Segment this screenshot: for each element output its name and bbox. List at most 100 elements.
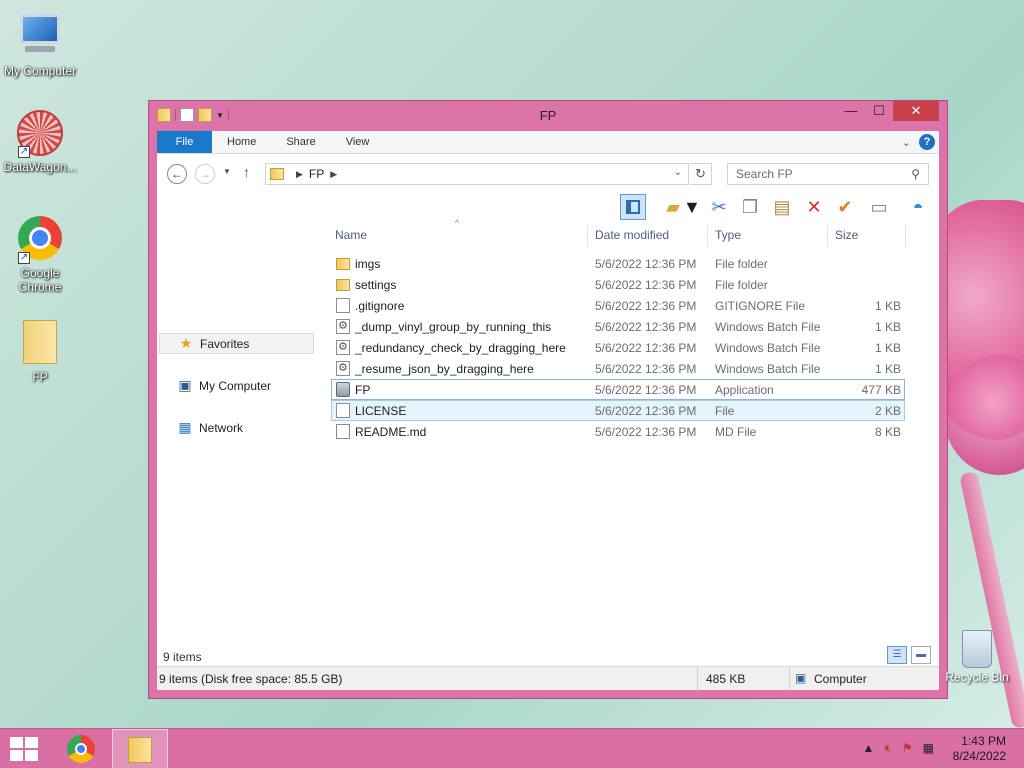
taskbar-file-explorer[interactable] [112, 729, 168, 768]
paste-icon[interactable]: ▤ [769, 194, 795, 220]
column-header-size[interactable]: Size [831, 223, 858, 247]
details-view-button[interactable]: ☰ [887, 646, 907, 664]
desktop-icon-datawagon[interactable]: ↗ DataWagon... [0, 110, 80, 174]
file-size: 1 KB [874, 341, 901, 355]
file-icon [336, 424, 350, 439]
volume-muted-icon[interactable]: 🔇︎ [884, 741, 892, 756]
delete-icon[interactable]: ✕ [801, 194, 827, 220]
column-header-name[interactable]: Name [331, 223, 367, 247]
nav-item-my-computer[interactable]: ▣ My Computer [159, 375, 314, 396]
file-size: 2 KB [874, 404, 901, 418]
table-row[interactable]: _dump_vinyl_group_by_running_this 5/6/20… [331, 316, 905, 337]
table-row[interactable]: LICENSE 5/6/2022 12:36 PM File 2 KB [331, 400, 905, 421]
minimize-button[interactable]: — [837, 101, 865, 121]
folder-icon [270, 168, 284, 180]
copy-icon[interactable]: ❐ [737, 194, 763, 220]
file-date: 5/6/2022 12:36 PM [595, 341, 697, 355]
file-size: 1 KB [874, 320, 901, 334]
file-date: 5/6/2022 12:36 PM [595, 257, 697, 271]
refresh-button[interactable]: ↻ [690, 163, 712, 185]
network-icon[interactable]: ▦ [923, 741, 934, 756]
tab-home[interactable]: Home [212, 131, 271, 153]
nav-item-label: Network [199, 420, 244, 435]
table-row[interactable]: imgs 5/6/2022 12:36 PM File folder [331, 253, 905, 274]
clock[interactable]: 1:43 PM 8/24/2022 [953, 734, 1006, 764]
desktop-icon-recycle-bin[interactable]: Recycle Bin [940, 630, 1014, 684]
file-type: MD File [715, 425, 757, 439]
expand-ribbon-icon[interactable]: ⌄ [902, 136, 911, 149]
column-header-type[interactable]: Type [711, 223, 741, 247]
recycle-bin-icon [962, 630, 992, 668]
nav-item-network[interactable]: ▦ Network [159, 417, 314, 438]
column-divider[interactable] [707, 225, 708, 247]
file-name: _dump_vinyl_group_by_running_this [355, 320, 552, 334]
table-row[interactable]: _redundancy_check_by_dragging_here 5/6/2… [331, 337, 905, 358]
star-icon: ★ [179, 335, 193, 351]
table-row[interactable]: README.md 5/6/2022 12:36 PM MD File 8 KB [331, 421, 905, 442]
start-button[interactable] [10, 737, 38, 761]
address-row: ← → ▼ ↑ ▶ FP ▶ ⌄ ↻ Search FP ⚲ [157, 154, 939, 192]
tab-file[interactable]: File [157, 131, 212, 153]
computer-icon [16, 14, 64, 62]
application-icon [336, 382, 350, 397]
checkmark-icon[interactable]: ✔ [832, 194, 858, 220]
preview-pane-button[interactable] [620, 194, 646, 220]
shortcut-arrow-icon: ↗ [18, 146, 30, 158]
wallpaper-stem [959, 470, 1024, 730]
explorer-content: File Home Share View ⌄ ? ← → ▼ ↑ ▶ FP ▶ … [157, 131, 939, 691]
clock-time: 1:43 PM [961, 734, 1006, 748]
table-row[interactable]: settings 5/6/2022 12:36 PM File folder [331, 274, 905, 295]
forward-button[interactable]: → [195, 164, 215, 184]
nav-item-label: My Computer [199, 378, 272, 393]
search-input[interactable]: Search FP ⚲ [727, 163, 929, 185]
desktop-icon-google-chrome[interactable]: ↗ Google Chrome [0, 214, 80, 294]
tab-view[interactable]: View [331, 131, 385, 153]
close-button[interactable]: ✕ [893, 101, 939, 121]
column-divider[interactable] [827, 225, 828, 247]
cut-icon[interactable]: ✂ [706, 194, 732, 220]
recent-locations-dropdown-icon[interactable]: ▼ [223, 167, 231, 176]
desktop-icon-my-computer[interactable]: My Computer [0, 10, 80, 78]
datawagon-icon: ↗ [16, 110, 64, 158]
file-type: Windows Batch File [715, 320, 821, 334]
back-button[interactable]: ← [167, 164, 187, 184]
large-icons-view-button[interactable]: ▬ [911, 646, 931, 664]
column-divider[interactable] [587, 225, 588, 247]
shell-icon[interactable]: ◓ [905, 194, 931, 220]
status-size: 485 KB [706, 672, 746, 686]
batch-file-icon [336, 340, 350, 355]
up-button[interactable]: ↑ [243, 164, 250, 180]
action-center-icon[interactable]: ⚑ [902, 741, 913, 756]
taskbar-chrome[interactable] [53, 729, 109, 768]
column-divider[interactable] [905, 225, 906, 247]
address-dropdown-icon[interactable]: ⌄ [674, 167, 682, 178]
toolbar: ▰ ▼ ✂ ❐ ▤ ✕ ✔ ▭ ◓ [157, 192, 939, 222]
file-type: GITIGNORE File [715, 299, 806, 313]
show-hidden-icons-icon[interactable]: ▲ [862, 741, 874, 756]
file-type: File folder [715, 278, 768, 292]
title-bar[interactable]: ▼ FP — ☐ ✕ [149, 101, 947, 131]
help-icon[interactable]: ? [919, 134, 935, 150]
folder-icon [336, 279, 350, 291]
shortcut-arrow-icon: ↗ [18, 252, 30, 264]
table-row[interactable]: .gitignore 5/6/2022 12:36 PM GITIGNORE F… [331, 295, 905, 316]
nav-item-favorites[interactable]: ★ Favorites [159, 333, 314, 354]
table-row[interactable]: FP 5/6/2022 12:36 PM Application 477 KB [331, 379, 905, 400]
column-header-date-modified[interactable]: Date modified [591, 223, 669, 247]
chevron-right-icon[interactable]: ▶ [330, 169, 337, 180]
chevron-right-icon[interactable]: ▶ [296, 169, 303, 180]
rename-icon[interactable]: ▭ [866, 194, 892, 220]
taskbar: ▲ 🔇︎ ⚑ ▦ 1:43 PM 8/24/2022 [0, 728, 1024, 768]
file-date: 5/6/2022 12:36 PM [595, 320, 697, 334]
folder-options-dropdown-icon[interactable]: ▼ [683, 194, 701, 220]
nav-item-label: Favorites [200, 336, 250, 351]
table-row[interactable]: _resume_json_by_dragging_here 5/6/2022 1… [331, 358, 905, 379]
maximize-button[interactable]: ☐ [865, 101, 893, 121]
address-bar[interactable]: ▶ FP ▶ ⌄ [265, 163, 689, 185]
file-type: Windows Batch File [715, 362, 821, 376]
breadcrumb-fp[interactable]: FP [309, 167, 324, 181]
folder-icon [16, 320, 64, 368]
desktop-icon-fp-folder[interactable]: FP [0, 318, 80, 384]
navigation-pane: ★ Favorites ▣ My Computer ▦ Network [157, 253, 329, 650]
tab-share[interactable]: Share [271, 131, 330, 153]
